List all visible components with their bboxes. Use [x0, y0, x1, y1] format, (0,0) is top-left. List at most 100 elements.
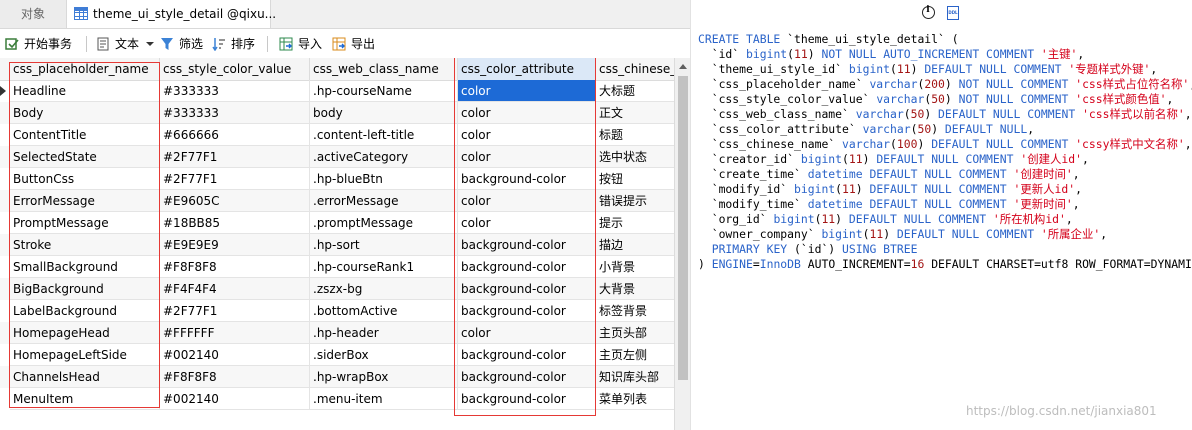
cell-color-attribute[interactable]: background-color — [458, 300, 596, 322]
cell-chinese-name[interactable]: 标题 — [596, 124, 674, 146]
cell-color-attribute[interactable]: background-color — [458, 256, 596, 278]
table-row[interactable]: MenuItem #002140 .menu-item background-colo… — [0, 388, 674, 410]
cell-chinese-name[interactable]: 提示 — [596, 212, 674, 234]
cell-color-attribute[interactable]: color — [458, 322, 596, 344]
cell-web-class-name[interactable]: .siderBox — [310, 344, 458, 366]
scroll-up-arrow-icon[interactable] — [679, 64, 687, 69]
cell-chinese-name[interactable]: 标签背景 — [596, 300, 674, 322]
cell-chinese-name[interactable]: 大标题 — [596, 80, 674, 102]
cell-chinese-name[interactable]: 按钮 — [596, 168, 674, 190]
cell-web-class-name[interactable]: .activeCategory — [310, 146, 458, 168]
cell-color-attribute[interactable]: color — [458, 146, 596, 168]
cell-color-attribute[interactable]: background-color — [458, 388, 596, 410]
cell-web-class-name[interactable]: .bottomActive — [310, 300, 458, 322]
cell-chinese-name[interactable]: 正文 — [596, 102, 674, 124]
cell-style-color-value[interactable]: #F8F8F8 — [160, 366, 310, 388]
cell-placeholder-name[interactable]: HomepageLeftSide — [10, 344, 160, 366]
cell-placeholder-name[interactable]: MenuItem — [10, 388, 160, 410]
cell-color-attribute[interactable]: color — [458, 212, 596, 234]
cell-web-class-name[interactable]: .hp-courseRank1 — [310, 256, 458, 278]
cell-placeholder-name[interactable]: ButtonCss — [10, 168, 160, 190]
cell-web-class-name[interactable]: .promptMessage — [310, 212, 458, 234]
cell-style-color-value[interactable]: #2F77F1 — [160, 300, 310, 322]
cell-web-class-name[interactable]: .zszx-bg — [310, 278, 458, 300]
table-row[interactable]: Headline #333333 .hp-courseName color 大标题 — [0, 80, 674, 102]
column-header-css-web-class-name[interactable]: css_web_class_name — [310, 58, 458, 80]
cell-color-attribute[interactable]: background-color — [458, 278, 596, 300]
cell-web-class-name[interactable]: .errorMessage — [310, 190, 458, 212]
cell-style-color-value[interactable]: #2F77F1 — [160, 168, 310, 190]
cell-style-color-value[interactable]: #666666 — [160, 124, 310, 146]
cell-style-color-value[interactable]: #333333 — [160, 80, 310, 102]
cell-color-attribute[interactable]: background-color — [458, 366, 596, 388]
cell-color-attribute[interactable]: color — [458, 190, 596, 212]
cell-style-color-value[interactable]: #002140 — [160, 388, 310, 410]
cell-placeholder-name[interactable]: SelectedState — [10, 146, 160, 168]
cell-style-color-value[interactable]: #333333 — [160, 102, 310, 124]
table-row[interactable]: HomepageHead #FFFFFF .hp-header color 主页头部 — [0, 322, 674, 344]
cell-chinese-name[interactable]: 选中状态 — [596, 146, 674, 168]
cell-web-class-name[interactable]: .hp-wrapBox — [310, 366, 458, 388]
text-menu-button[interactable]: 文本 — [96, 34, 156, 54]
table-row[interactable]: HomepageLeftSide #002140 .siderBox backgrou… — [0, 344, 674, 366]
cell-style-color-value[interactable]: #F4F4F4 — [160, 278, 310, 300]
table-row[interactable]: Stroke #E9E9E9 .hp-sort background-color 描边 — [0, 234, 674, 256]
cell-placeholder-name[interactable]: Body — [10, 102, 160, 124]
cell-web-class-name[interactable]: .hp-blueBtn — [310, 168, 458, 190]
vertical-scrollbar[interactable] — [674, 58, 691, 430]
table-row[interactable]: Body #333333 body color 正文 — [0, 102, 674, 124]
table-row[interactable]: ChannelsHead #F8F8F8 .hp-wrapBox background… — [0, 366, 674, 388]
cell-placeholder-name[interactable]: LabelBackground — [10, 300, 160, 322]
cell-placeholder-name[interactable]: Headline — [10, 80, 160, 102]
scrollbar-thumb[interactable] — [678, 76, 688, 380]
cell-placeholder-name[interactable]: Stroke — [10, 234, 160, 256]
cell-chinese-name[interactable]: 大背景 — [596, 278, 674, 300]
cell-chinese-name[interactable]: 错误提示 — [596, 190, 674, 212]
column-header-css-placeholder-name[interactable]: css_placeholder_name — [10, 58, 160, 80]
cell-web-class-name[interactable]: .hp-sort — [310, 234, 458, 256]
cell-placeholder-name[interactable]: ChannelsHead — [10, 366, 160, 388]
info-icon[interactable] — [922, 5, 935, 19]
table-row[interactable]: ContentTitle #666666 .content-left-title co… — [0, 124, 674, 146]
cell-placeholder-name[interactable]: ErrorMessage — [10, 190, 160, 212]
tab-table-data[interactable]: theme_ui_style_detail @qixu... — [67, 0, 276, 28]
tab-objects[interactable]: 对象 — [0, 0, 67, 28]
cell-chinese-name[interactable]: 知识库头部 — [596, 366, 674, 388]
cell-style-color-value[interactable]: #18BB85 — [160, 212, 310, 234]
ddl-icon[interactable] — [947, 6, 959, 20]
cell-web-class-name[interactable]: .content-left-title — [310, 124, 458, 146]
cell-placeholder-name[interactable]: BigBackground — [10, 278, 160, 300]
cell-style-color-value[interactable]: #2F77F1 — [160, 146, 310, 168]
column-header-css-chinese-name[interactable]: css_chinese_name — [596, 58, 674, 80]
cell-style-color-value[interactable]: #F8F8F8 — [160, 256, 310, 278]
table-row[interactable]: LabelBackground #2F77F1 .bottomActive backg… — [0, 300, 674, 322]
cell-chinese-name[interactable]: 主页头部 — [596, 322, 674, 344]
cell-web-class-name[interactable]: body — [310, 102, 458, 124]
cell-placeholder-name[interactable]: ContentTitle — [10, 124, 160, 146]
column-header-css-style-color-value[interactable]: css_style_color_value — [160, 58, 310, 80]
cell-color-attribute[interactable]: background-color — [458, 234, 596, 256]
column-header-css-color-attribute[interactable]: css_color_attribute — [458, 58, 596, 80]
cell-style-color-value[interactable]: #E9605C — [160, 190, 310, 212]
cell-chinese-name[interactable]: 小背景 — [596, 256, 674, 278]
cell-placeholder-name[interactable]: SmallBackground — [10, 256, 160, 278]
table-row[interactable]: BigBackground #F4F4F4 .zszx-bg background-c… — [0, 278, 674, 300]
cell-placeholder-name[interactable]: HomepageHead — [10, 322, 160, 344]
cell-placeholder-name[interactable]: PromptMessage — [10, 212, 160, 234]
table-row[interactable]: SelectedState #2F77F1 .activeCategory color… — [0, 146, 674, 168]
table-row[interactable]: PromptMessage #18BB85 .promptMessage color 提… — [0, 212, 674, 234]
cell-color-attribute[interactable]: color — [458, 124, 596, 146]
cell-color-attribute[interactable]: background-color — [458, 344, 596, 366]
table-row[interactable]: ButtonCss #2F77F1 .hp-blueBtn background-co… — [0, 168, 674, 190]
cell-web-class-name[interactable]: .hp-header — [310, 322, 458, 344]
cell-web-class-name[interactable]: .hp-courseName — [310, 80, 458, 102]
cell-style-color-value[interactable]: #E9E9E9 — [160, 234, 310, 256]
cell-style-color-value[interactable]: #FFFFFF — [160, 322, 310, 344]
table-row[interactable]: SmallBackground #F8F8F8 .hp-courseRank1 bac… — [0, 256, 674, 278]
cell-color-attribute[interactable]: color — [458, 80, 596, 102]
cell-color-attribute[interactable]: color — [458, 102, 596, 124]
cell-chinese-name[interactable]: 描边 — [596, 234, 674, 256]
cell-chinese-name[interactable]: 主页左侧 — [596, 344, 674, 366]
cell-chinese-name[interactable]: 菜单列表 — [596, 388, 674, 410]
cell-color-attribute[interactable]: background-color — [458, 168, 596, 190]
